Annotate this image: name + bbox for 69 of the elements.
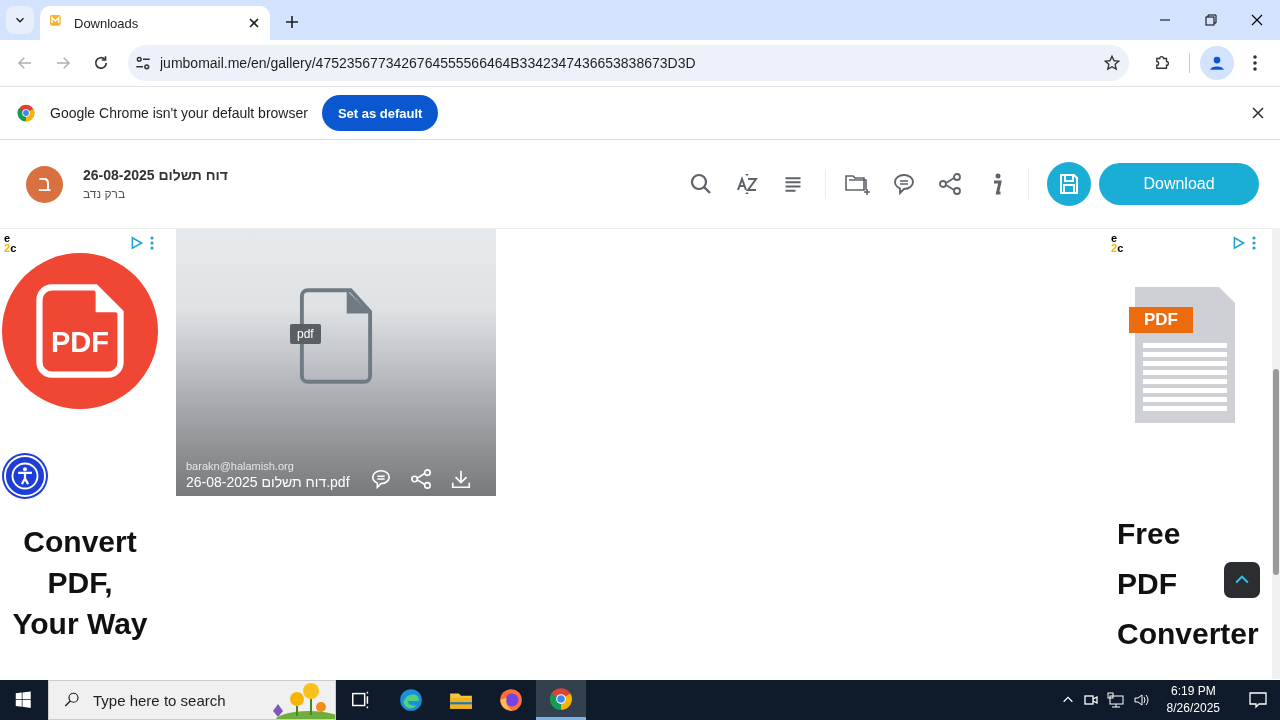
chat-bubble-icon <box>370 468 392 490</box>
volume-icon[interactable] <box>1132 692 1151 708</box>
chrome-icon <box>548 685 574 712</box>
taskbar-search-box[interactable]: Type here to search <box>48 680 336 720</box>
puzzle-icon <box>1153 54 1171 72</box>
scroll-to-top-button[interactable] <box>1224 562 1260 598</box>
share-button[interactable] <box>410 468 432 490</box>
more-icon[interactable] <box>150 236 154 250</box>
more-vertical-icon <box>1253 55 1257 71</box>
url-field[interactable]: jumbomail.me/en/gallery/4752356773426764555566464B3342347436653838673D3D <box>160 55 1095 71</box>
edge-icon <box>398 687 424 713</box>
close-icon <box>1252 107 1264 119</box>
search-icon <box>63 691 81 709</box>
lines-icon <box>783 174 803 194</box>
share-icon <box>410 468 432 490</box>
forward-arrow-icon <box>54 54 72 72</box>
download-file-button[interactable] <box>450 468 472 490</box>
browser-tab[interactable]: Downloads <box>40 6 270 40</box>
save-button[interactable] <box>1047 162 1091 206</box>
ad-choices-icon[interactable] <box>1232 236 1246 250</box>
close-icon[interactable] <box>248 17 260 29</box>
avatar: ב <box>26 165 63 203</box>
more-icon[interactable] <box>1252 236 1256 250</box>
ad-logo: e 2c <box>1111 233 1124 253</box>
share-icon <box>938 172 962 196</box>
ad-choices-icon[interactable] <box>130 236 144 250</box>
sender-email: barakn@halamish.org <box>186 460 295 472</box>
network-icon[interactable] <box>1106 692 1125 708</box>
camera-icon[interactable] <box>1082 692 1099 708</box>
clock[interactable]: 6:19 PM 8/26/2025 <box>1166 683 1220 717</box>
address-bar[interactable]: jumbomail.me/en/gallery/4752356773426764555566464B3342347436653838673D3D <box>128 45 1129 81</box>
pdf-badge: PDF <box>1129 307 1193 333</box>
reload-icon <box>92 54 110 72</box>
person-icon <box>1208 54 1226 72</box>
accessibility-icon <box>10 461 40 491</box>
set-default-button[interactable]: Set as default <box>321 95 439 131</box>
back-arrow-icon <box>16 54 34 72</box>
chat-bubble-icon <box>892 172 916 196</box>
file-type-badge: pdf <box>290 324 321 344</box>
speech-bubble-icon <box>1248 690 1268 710</box>
search-field[interactable]: Type here to search <box>91 690 259 710</box>
ad-headline[interactable]: Free PDF Converter <box>1117 509 1259 659</box>
chrome-icon <box>16 103 36 123</box>
star-icon[interactable] <box>1103 54 1121 72</box>
pdf-label: PDF <box>50 326 110 359</box>
restore-icon <box>1205 14 1217 26</box>
site-info-icon[interactable] <box>134 54 152 72</box>
taskbar-app-button[interactable] <box>536 680 586 720</box>
scrollbar[interactable] <box>1272 229 1280 679</box>
sender-name: ברק נדב <box>83 187 126 201</box>
plus-icon <box>284 14 300 30</box>
profile-button[interactable] <box>1200 46 1234 80</box>
ad-logo: e 2c <box>4 233 17 253</box>
ad-headline[interactable]: Convert PDF, Your Way <box>12 521 148 644</box>
accessibility-button[interactable] <box>4 455 46 497</box>
sort-az-icon <box>735 172 759 196</box>
close-infobar-button[interactable] <box>1252 107 1264 119</box>
file-title: דוח תשלום 26-08-2025 <box>83 167 228 183</box>
share-button[interactable] <box>936 170 964 198</box>
download-icon <box>450 468 472 490</box>
search-icon <box>689 172 713 196</box>
file-name: דוח תשלום 26-08-2025.pdf <box>186 474 351 490</box>
infobar-message: Google Chrome isn't your default browser <box>50 105 308 121</box>
comment-button[interactable] <box>370 468 392 490</box>
firefox-icon <box>498 687 524 713</box>
windows-icon <box>15 691 33 709</box>
document-icon <box>298 287 374 385</box>
close-icon <box>1251 14 1263 26</box>
new-tab-button[interactable] <box>284 14 300 30</box>
